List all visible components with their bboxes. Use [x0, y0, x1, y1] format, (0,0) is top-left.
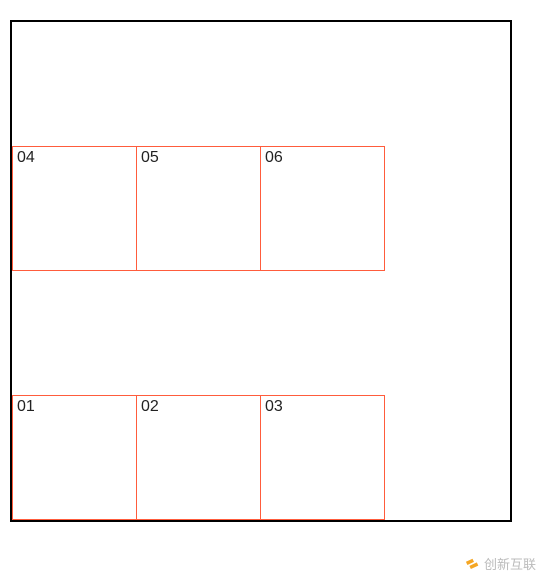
layout-container: 04 05 06 01 02 03	[10, 20, 512, 522]
box-02: 02	[136, 395, 261, 520]
watermark-text: 创新互联	[484, 554, 536, 573]
box-01: 01	[12, 395, 137, 520]
box-04: 04	[12, 146, 137, 271]
box-03: 03	[260, 395, 385, 520]
box-05: 05	[136, 146, 261, 271]
watermark: 创新互联	[464, 554, 536, 573]
watermark-icon	[462, 553, 483, 574]
box-06: 06	[260, 146, 385, 271]
